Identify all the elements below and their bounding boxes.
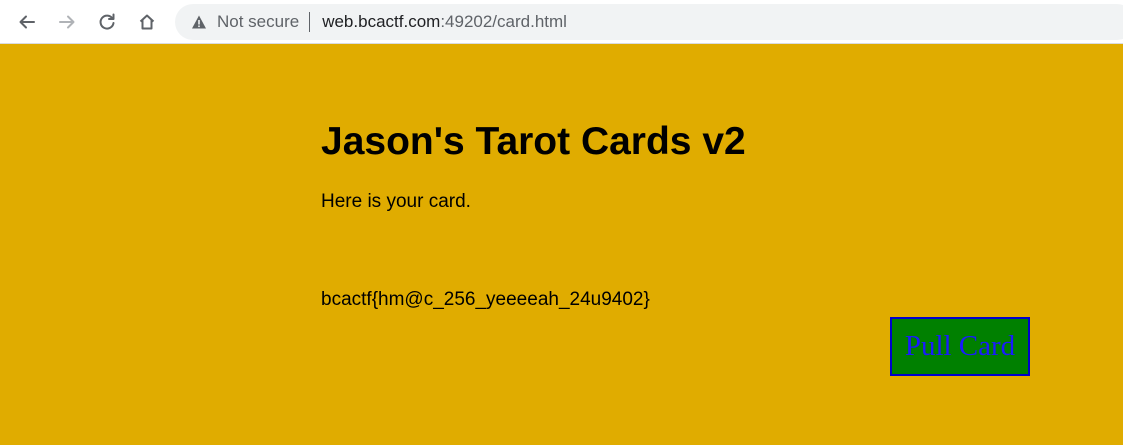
warning-triangle-icon[interactable] — [191, 14, 207, 30]
home-button[interactable] — [131, 6, 163, 38]
address-divider — [309, 12, 311, 32]
forward-arrow-icon — [59, 15, 75, 29]
home-icon — [139, 14, 155, 30]
url-path: :49202/card.html — [440, 12, 567, 31]
url-text[interactable]: web.bcactf.com:49202/card.html — [322, 12, 567, 32]
back-button[interactable] — [11, 6, 43, 38]
address-bar[interactable]: Not secure web.bcactf.com:49202/card.htm… — [175, 4, 1123, 40]
security-status[interactable]: Not secure — [217, 12, 299, 32]
reload-button[interactable] — [91, 6, 123, 38]
card-intro-text: Here is your card. — [321, 191, 471, 212]
page-title: Jason's Tarot Cards v2 — [321, 120, 746, 163]
pull-card-button[interactable]: Pull Card — [890, 317, 1030, 376]
card-value-text: bcactf{hm@c_256_yeeeeah_24u9402} — [321, 289, 650, 310]
browser-toolbar: Not secure web.bcactf.com:49202/card.htm… — [0, 0, 1123, 44]
reload-icon — [99, 13, 115, 30]
back-arrow-icon — [19, 15, 35, 29]
forward-button[interactable] — [51, 6, 83, 38]
url-host: web.bcactf.com — [322, 12, 441, 31]
